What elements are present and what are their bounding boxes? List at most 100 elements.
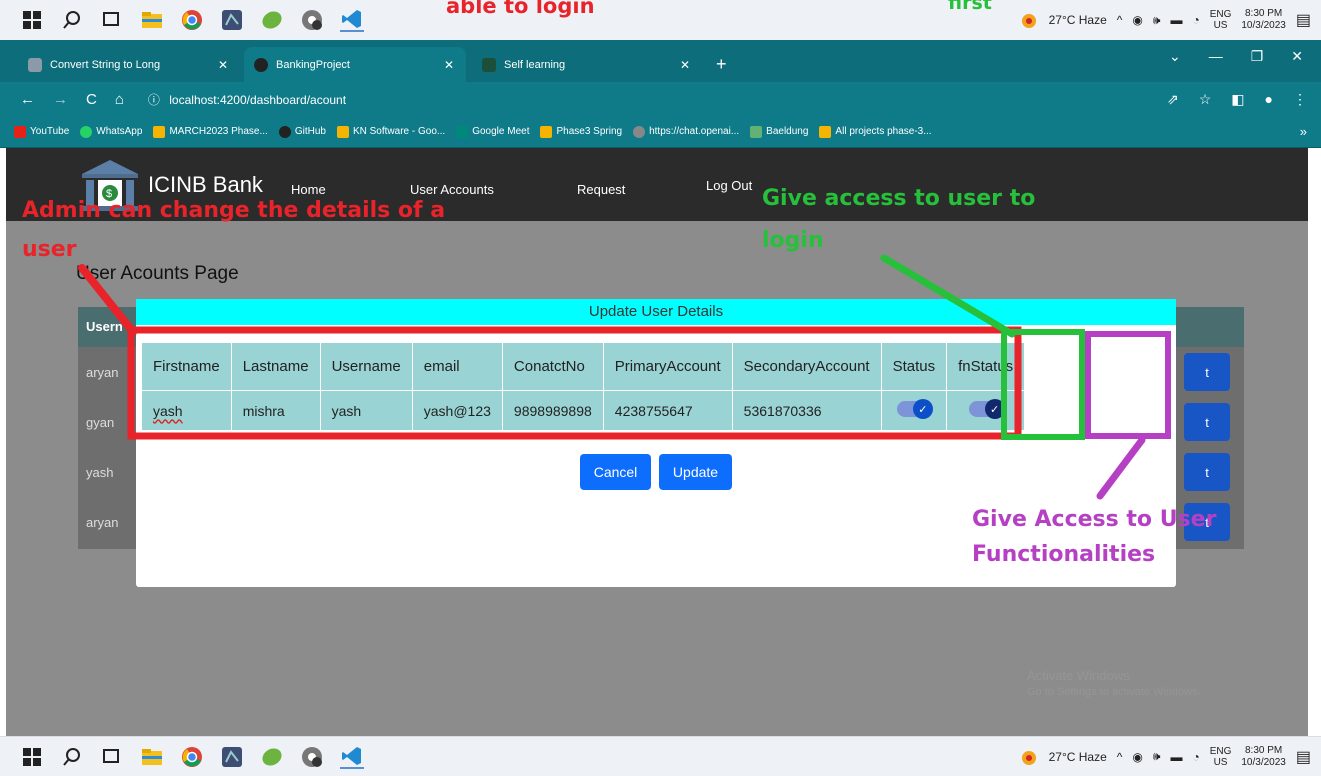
chevron-up-icon[interactable]: ^: [1117, 13, 1123, 27]
network-icon[interactable]: ◉: [1132, 13, 1142, 27]
close-icon[interactable]: ✕: [218, 58, 228, 72]
col-email: email: [411, 342, 503, 391]
bookmark-phase3-spring[interactable]: Phase3 Spring: [540, 125, 622, 138]
vscode-icon[interactable]: [340, 745, 364, 769]
tab-banking-project[interactable]: BankingProject ✕: [244, 47, 466, 82]
close-icon[interactable]: ✕: [680, 58, 690, 72]
battery-icon[interactable]: ▬: [1170, 13, 1182, 27]
status-toggle[interactable]: ✓: [896, 399, 933, 419]
annotation-first: first: [948, 0, 992, 14]
bookmark-star-icon[interactable]: ☆: [1199, 91, 1212, 108]
volume-icon[interactable]: 🕪: [1153, 13, 1161, 28]
close-icon[interactable]: ✕: [444, 58, 454, 72]
chrome-icon[interactable]: [180, 8, 204, 32]
share-icon[interactable]: ⇗: [1167, 91, 1179, 108]
minimize-icon[interactable]: —: [1209, 48, 1223, 65]
col-contact: ConatctNo: [501, 342, 604, 391]
clock-time: 8:30 PM: [1245, 8, 1283, 19]
nav-home[interactable]: Home: [291, 182, 326, 197]
vscode-icon[interactable]: [340, 8, 364, 32]
bookmark-google-meet[interactable]: Google Meet: [456, 125, 529, 138]
chrome-profile-icon[interactable]: [300, 8, 324, 32]
tab-self-learning[interactable]: Self learning ✕: [472, 47, 702, 82]
bookmark-all-projects[interactable]: All projects phase-3...: [819, 125, 932, 138]
bookmark-github[interactable]: GitHub: [278, 125, 326, 138]
sql-developer-icon[interactable]: [220, 8, 244, 32]
tab-label: BankingProject: [276, 58, 350, 71]
language-indicator[interactable]: ENG US: [1210, 9, 1232, 31]
cancel-button[interactable]: Cancel: [580, 454, 651, 490]
side-panel-icon[interactable]: ◧: [1231, 91, 1244, 108]
restore-icon[interactable]: ❐: [1251, 48, 1264, 65]
check-icon: ✓: [984, 399, 1005, 419]
update-button[interactable]: Update: [659, 454, 732, 490]
edit-button[interactable]: t: [1184, 353, 1230, 391]
firstname-field[interactable]: yash: [141, 390, 232, 431]
windows-start-icon[interactable]: [20, 745, 44, 769]
watermark-line2: Go to Settings to activate Windows.: [1027, 686, 1201, 698]
wifi-icon[interactable]: ◔: [1192, 750, 1199, 764]
clock[interactable]: 8:30 PM 10/3/2023: [1241, 745, 1286, 769]
task-view-icon[interactable]: [100, 8, 124, 32]
nav-logout[interactable]: Log Out: [706, 178, 752, 193]
chrome-icon[interactable]: [180, 745, 204, 769]
task-view-icon[interactable]: [100, 745, 124, 769]
home-icon[interactable]: ⌂: [115, 91, 124, 108]
bookmark-baeldung[interactable]: Baeldung: [750, 125, 808, 138]
profile-avatar[interactable]: ●: [1265, 91, 1273, 108]
system-tray: 27°C Haze ^ ◉ 🕪 ▬ ◔ ENG US 8:30 PM 10/3/20…: [1019, 745, 1311, 769]
search-icon[interactable]: [60, 745, 84, 769]
reload-icon[interactable]: C: [86, 91, 97, 108]
url-field[interactable]: ⓘ localhost:4200/dashboard/acount: [148, 91, 346, 108]
windows-start-icon[interactable]: [20, 8, 44, 32]
nav-user-accounts[interactable]: User Accounts: [410, 182, 494, 197]
new-tab-button[interactable]: +: [706, 47, 737, 82]
back-icon[interactable]: ←: [20, 91, 35, 108]
file-explorer-icon[interactable]: [140, 8, 164, 32]
close-window-icon[interactable]: ✕: [1291, 48, 1303, 65]
weather-text: 27°C Haze: [1048, 13, 1107, 27]
spring-tool-icon[interactable]: [260, 8, 284, 32]
edit-button[interactable]: t: [1184, 403, 1230, 441]
primary-account-field[interactable]: 4238755647: [602, 390, 733, 431]
search-icon[interactable]: [60, 8, 84, 32]
bookmark-whatsapp[interactable]: WhatsApp: [80, 125, 142, 138]
sql-developer-icon[interactable]: [220, 745, 244, 769]
tab-search-icon[interactable]: ⌄: [1169, 48, 1181, 65]
address-bar: ← → C ⌂ ⓘ localhost:4200/dashboard/acoun…: [0, 82, 1321, 116]
bookmark-march2023[interactable]: MARCH2023 Phase...: [153, 125, 268, 138]
tab-convert-string[interactable]: Convert String to Long ✕: [18, 47, 240, 82]
weather-icon: [1019, 12, 1039, 28]
forward-icon[interactable]: →: [53, 91, 68, 108]
nav-request[interactable]: Request: [577, 182, 625, 197]
chrome-profile-icon[interactable]: [300, 745, 324, 769]
notification-icon[interactable]: ▤: [1296, 10, 1311, 30]
bookmarks-bar: YouTube WhatsApp MARCH2023 Phase... GitH…: [0, 116, 1321, 148]
chevron-up-icon[interactable]: ^: [1117, 750, 1123, 764]
username-field[interactable]: yash: [319, 390, 413, 431]
edit-button-label: t: [1205, 464, 1209, 480]
wifi-icon[interactable]: ◔: [1192, 13, 1199, 27]
clock[interactable]: 8:30 PM 10/3/2023: [1241, 8, 1286, 32]
network-icon[interactable]: ◉: [1132, 750, 1142, 764]
contact-field[interactable]: 9898989898: [501, 390, 604, 431]
battery-icon[interactable]: ▬: [1170, 750, 1182, 764]
file-explorer-icon[interactable]: [140, 745, 164, 769]
email-field[interactable]: yash@123: [411, 390, 503, 431]
fnstatus-toggle[interactable]: ✓: [968, 399, 1005, 419]
col-primary-account: PrimaryAccount: [602, 342, 733, 391]
bookmark-kn-software[interactable]: KN Software - Goo...: [336, 125, 445, 138]
language-indicator[interactable]: ENG US: [1210, 746, 1232, 768]
secondary-account-field[interactable]: 5361870336: [731, 390, 882, 431]
lang-code: ENG: [1209, 745, 1232, 757]
tab-label: Convert String to Long: [50, 58, 161, 71]
volume-icon[interactable]: 🕪: [1153, 749, 1161, 764]
more-bookmarks-icon[interactable]: »: [1300, 124, 1307, 139]
bookmark-youtube[interactable]: YouTube: [14, 125, 69, 138]
bookmark-chat-openai[interactable]: https://chat.openai...: [633, 125, 739, 138]
edit-button[interactable]: t: [1184, 453, 1230, 491]
menu-icon[interactable]: ⋮: [1293, 91, 1307, 108]
lastname-field[interactable]: mishra: [230, 390, 321, 431]
spring-tool-icon[interactable]: [260, 745, 284, 769]
notification-icon[interactable]: ▤: [1296, 747, 1311, 767]
